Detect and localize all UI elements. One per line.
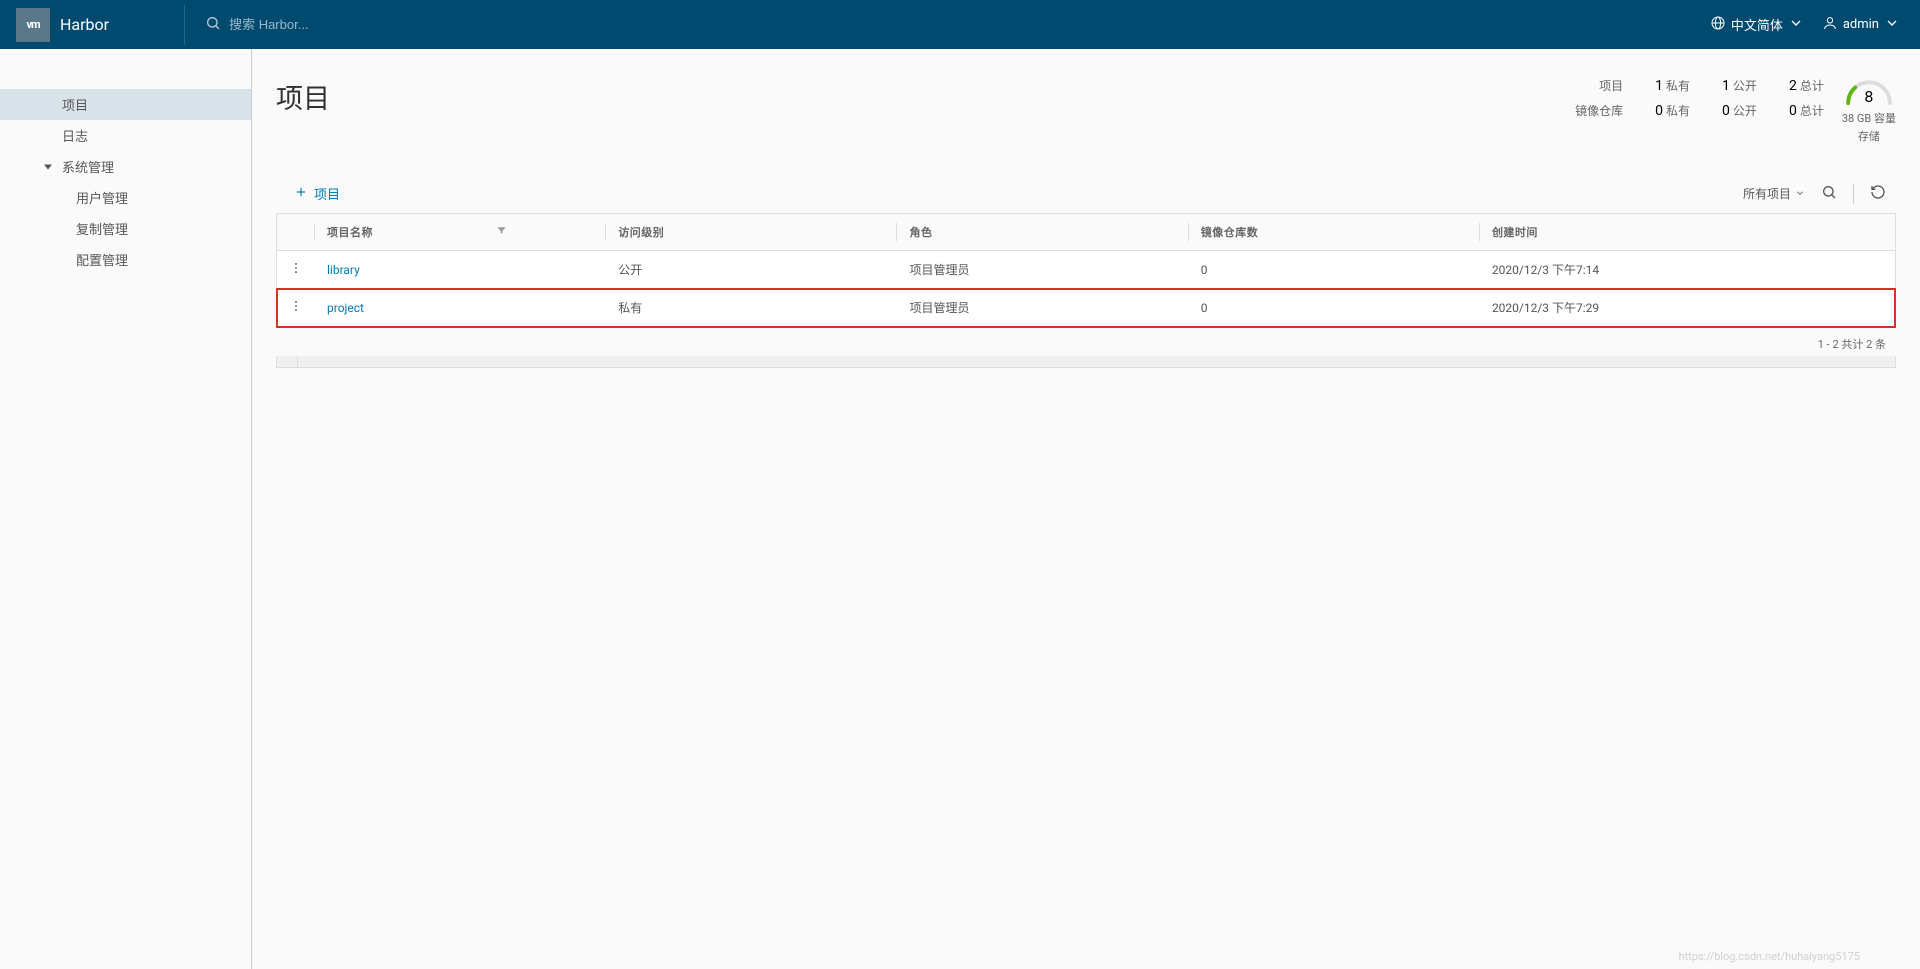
- search-icon: [205, 15, 221, 35]
- cell-created: 2020/12/3 下午7:14: [1480, 251, 1895, 289]
- project-filter-dropdown[interactable]: 所有项目: [1743, 185, 1805, 202]
- projects-table: 项目名称 访问级别 角色 镜像仓库数 创建时间 library 公开项目管理员02…: [276, 213, 1896, 328]
- chevron-down-icon: [1788, 15, 1804, 35]
- globe-icon: [1710, 15, 1726, 35]
- stats-projects-public: 1公开: [1722, 77, 1757, 94]
- project-link[interactable]: library: [327, 263, 360, 277]
- col-access[interactable]: 访问级别: [606, 214, 897, 251]
- watermark: https://blog.csdn.net/huhaiyang5175: [1679, 950, 1860, 963]
- cell-access: 公开: [606, 251, 897, 289]
- sidebar-item-logs[interactable]: 日志: [0, 120, 251, 151]
- filter-label: 所有项目: [1743, 185, 1791, 202]
- user-menu[interactable]: admin: [1822, 15, 1900, 35]
- language-label: 中文简体: [1731, 15, 1783, 34]
- sidebar-item-projects[interactable]: 项目: [0, 89, 251, 120]
- storage-capacity: 38 GB 容量: [1842, 110, 1896, 126]
- toolbar-divider: [1853, 184, 1854, 204]
- refresh-button[interactable]: [1866, 180, 1890, 207]
- table-header-row: 项目名称 访问级别 角色 镜像仓库数 创建时间: [277, 214, 1895, 251]
- table-row[interactable]: library 公开项目管理员02020/12/3 下午7:14: [277, 251, 1895, 289]
- storage-gauge: 8 38 GB 容量 存储: [1842, 77, 1896, 144]
- row-menu-icon[interactable]: [289, 264, 303, 278]
- sidebar-item-config[interactable]: 配置管理: [0, 244, 251, 275]
- storage-label: 存储: [1858, 128, 1880, 144]
- sidebar-item-user-mgmt[interactable]: 用户管理: [0, 182, 251, 213]
- chevron-down-icon: [1884, 15, 1900, 35]
- filter-icon[interactable]: [496, 225, 507, 239]
- page-head: 项目 项目 1私有 1公开 2总计 镜像仓库 0私有 0公开 0总计 8 38 …: [276, 77, 1896, 144]
- cell-access: 私有: [606, 289, 897, 327]
- sidebar: 项目 日志 系统管理 用户管理 复制管理 配置管理: [0, 49, 252, 969]
- user-icon: [1822, 15, 1838, 35]
- search-button[interactable]: [1817, 180, 1841, 207]
- cell-repo-count: 0: [1189, 251, 1480, 289]
- stats-repos-label: 镜像仓库: [1575, 102, 1623, 119]
- sidebar-item-administration[interactable]: 系统管理: [0, 151, 251, 182]
- stats-grid: 项目 1私有 1公开 2总计 镜像仓库 0私有 0公开 0总计: [1575, 77, 1824, 119]
- table-row[interactable]: project 私有项目管理员02020/12/3 下午7:29: [277, 289, 1895, 327]
- header-right: 中文简体 admin: [1710, 15, 1900, 35]
- search-box[interactable]: [205, 15, 1710, 35]
- chevron-down-icon: [1795, 187, 1805, 201]
- user-label: admin: [1843, 17, 1879, 32]
- col-role[interactable]: 角色: [897, 214, 1188, 251]
- stats-projects-private: 1私有: [1655, 77, 1690, 94]
- cell-role: 项目管理员: [897, 289, 1188, 327]
- horizontal-scrollbar[interactable]: [276, 356, 1896, 368]
- col-actions: [277, 214, 315, 251]
- search-icon: [1821, 188, 1837, 203]
- toolbar: 项目 所有项目: [276, 180, 1896, 207]
- storage-used: 8: [1864, 87, 1873, 106]
- plus-icon: [294, 185, 308, 202]
- cell-created: 2020/12/3 下午7:29: [1480, 289, 1895, 327]
- language-switch[interactable]: 中文简体: [1710, 15, 1804, 35]
- table-pagination: 1 - 2 共计 2 条: [276, 328, 1896, 356]
- toolbar-right: 所有项目: [1743, 180, 1890, 207]
- add-project-label: 项目: [314, 184, 340, 203]
- page-title: 项目: [276, 77, 330, 116]
- cell-role: 项目管理员: [897, 251, 1188, 289]
- stats-repos-total: 0总计: [1789, 102, 1824, 119]
- main: 项目 项目 1私有 1公开 2总计 镜像仓库 0私有 0公开 0总计 8 38 …: [252, 49, 1920, 368]
- brand-title: Harbor: [60, 15, 109, 34]
- col-repo-count[interactable]: 镜像仓库数: [1189, 214, 1480, 251]
- stats-repos-public: 0公开: [1722, 102, 1757, 119]
- sidebar-item-replication[interactable]: 复制管理: [0, 213, 251, 244]
- stats-repos-private: 0私有: [1655, 102, 1690, 119]
- stats-projects-total: 2总计: [1789, 77, 1824, 94]
- col-created[interactable]: 创建时间: [1480, 214, 1895, 251]
- cell-repo-count: 0: [1189, 289, 1480, 327]
- row-menu-icon[interactable]: [289, 302, 303, 316]
- project-link[interactable]: project: [327, 301, 364, 315]
- search-input[interactable]: [229, 17, 429, 32]
- header-divider: [184, 5, 185, 45]
- header: vm Harbor 中文简体 admin: [0, 0, 1920, 49]
- refresh-icon: [1870, 188, 1886, 203]
- col-name[interactable]: 项目名称: [315, 214, 606, 251]
- stats-projects-label: 项目: [1575, 77, 1623, 94]
- logo: vm: [16, 8, 50, 42]
- add-project-button[interactable]: 项目: [282, 180, 352, 207]
- stats-area: 项目 1私有 1公开 2总计 镜像仓库 0私有 0公开 0总计 8 38 GB …: [1575, 77, 1896, 144]
